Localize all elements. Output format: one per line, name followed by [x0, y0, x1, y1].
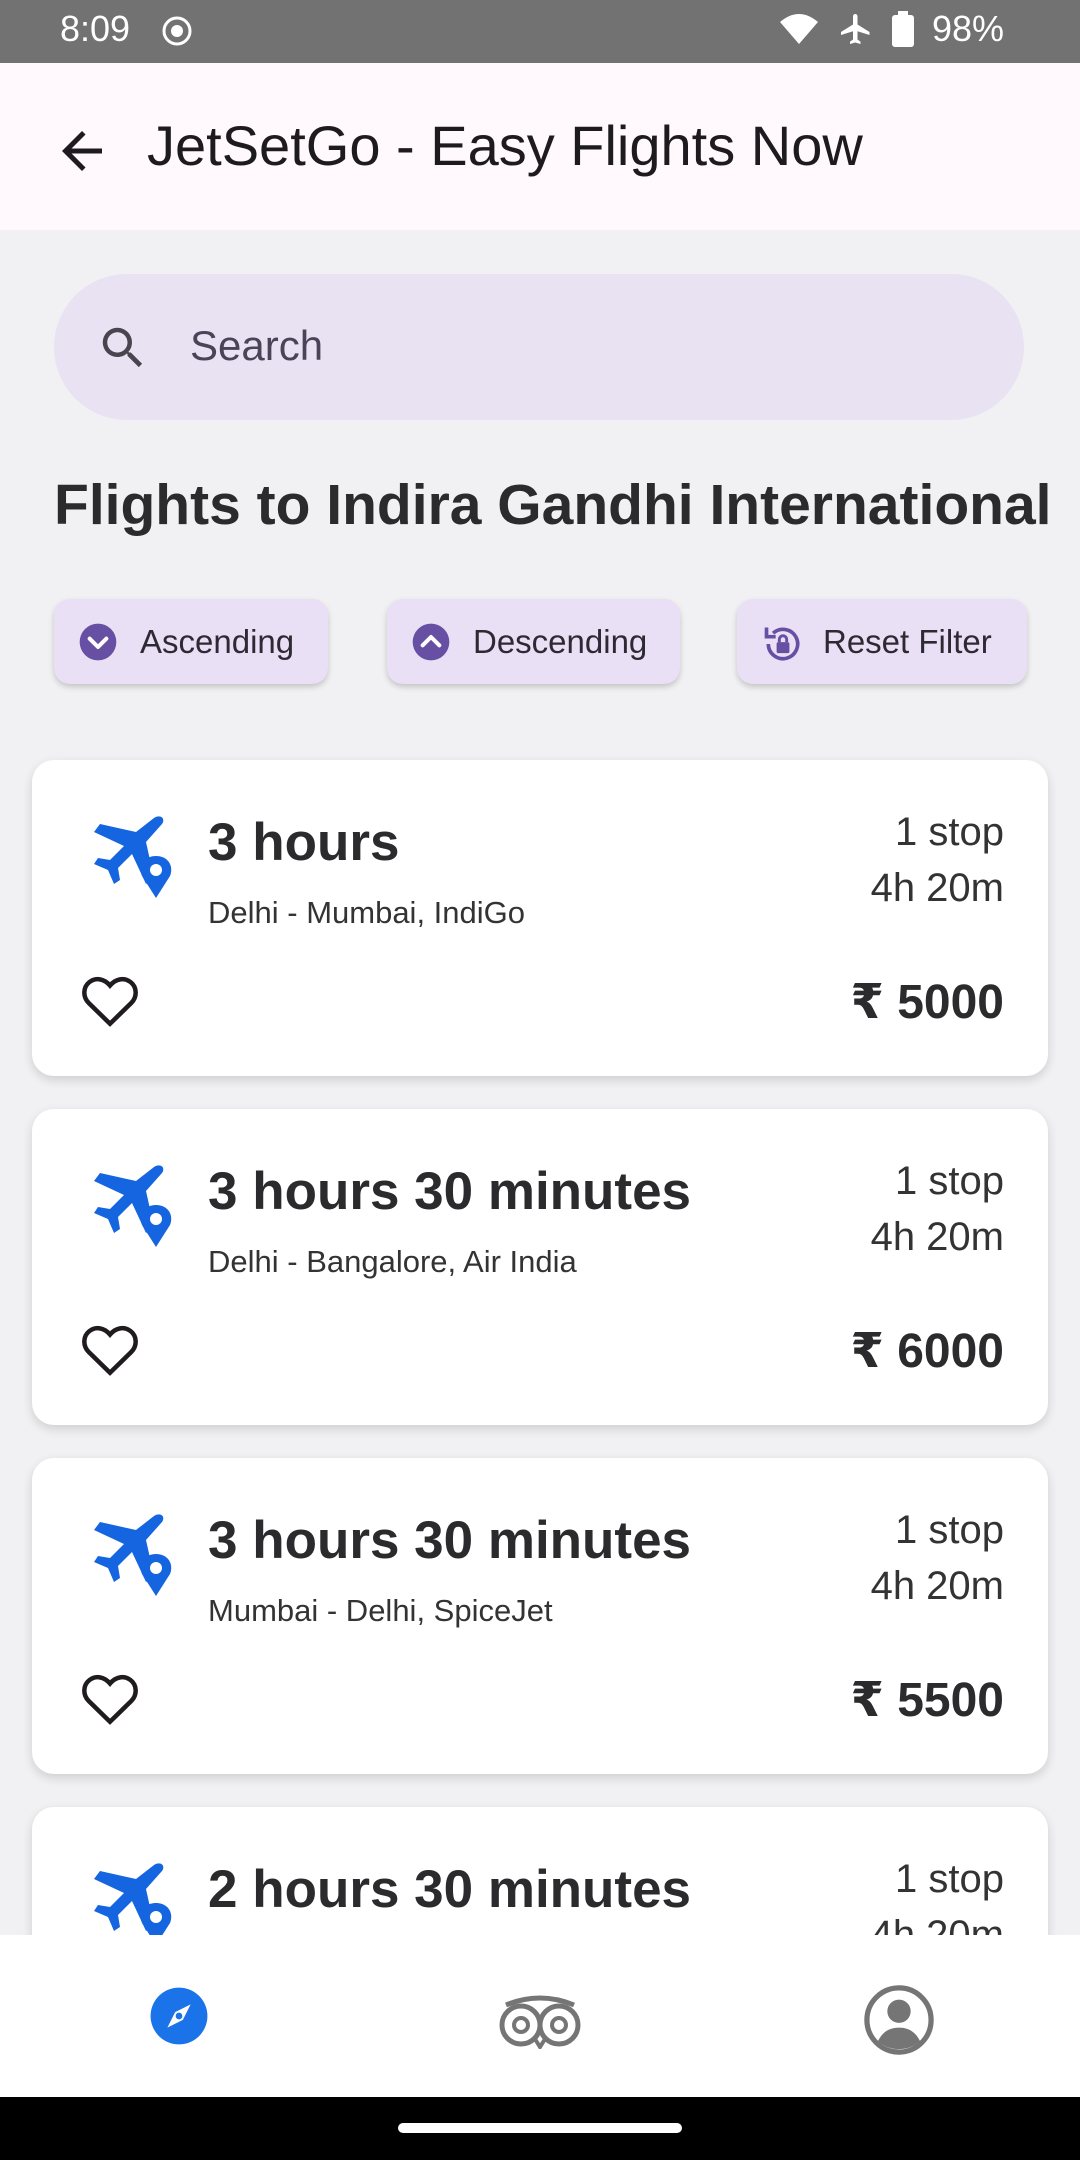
flight-price: ₹ 6000 [850, 1325, 1004, 1378]
flight-duration: 3 hours 30 minutes [208, 1162, 692, 1221]
flight-location-icon [80, 812, 180, 917]
flight-duration: 3 hours [208, 813, 400, 872]
descending-chip[interactable]: Descending [387, 599, 680, 684]
favorite-heart-icon[interactable] [80, 972, 140, 1033]
system-gesture-bar [0, 2097, 1080, 2160]
search-icon [96, 321, 150, 380]
flight-stops: 1 stop [895, 1508, 1004, 1552]
top-app-bar: JetSetGo - Easy Flights Now [0, 63, 1080, 230]
chevron-up-circle-icon [411, 622, 451, 662]
flight-total-time: 4h 20m [870, 1564, 1004, 1608]
app-title: JetSetGo - Easy Flights Now [147, 114, 863, 177]
flight-route: Delhi - Bangalore, Air India [208, 1244, 577, 1279]
flight-total-time: 4h 20m [870, 1215, 1004, 1259]
flight-location-icon [80, 1859, 180, 1935]
flight-price: ₹ 5000 [850, 976, 1004, 1029]
flight-route: Delhi - Mumbai, IndiGo [208, 895, 526, 930]
chip-label: Reset Filter [823, 622, 992, 660]
flight-location-icon [80, 1510, 180, 1615]
flight-route: Mumbai - Delhi, SpiceJet [208, 1593, 553, 1628]
chevron-down-circle-icon [78, 622, 118, 662]
owl-binoculars-icon[interactable] [496, 1995, 584, 2054]
lock-reset-icon [761, 622, 801, 662]
flight-total-time: 4h 20m [870, 1913, 1004, 1935]
favorite-heart-icon[interactable] [80, 1670, 140, 1731]
flight-card[interactable]: 3 hours 30 minutes Delhi - Bangalore, Ai… [32, 1109, 1048, 1425]
flight-card[interactable]: 2 hours 30 minutes 1 stop 4h 20m [32, 1807, 1048, 1935]
reset-filter-chip[interactable]: Reset Filter [737, 599, 1027, 684]
flight-stops: 1 stop [895, 1857, 1004, 1901]
bottom-navigation [0, 1935, 1080, 2097]
flight-duration: 3 hours 30 minutes [208, 1511, 692, 1570]
compass-icon[interactable] [148, 1985, 210, 2052]
flight-duration: 2 hours 30 minutes [208, 1860, 692, 1919]
chip-label: Ascending [140, 622, 295, 660]
flight-total-time: 4h 20m [870, 866, 1004, 910]
flight-location-icon [80, 1161, 180, 1266]
flight-card[interactable]: 3 hours Delhi - Mumbai, IndiGo 1 stop 4h… [32, 760, 1048, 1076]
flight-price: ₹ 5500 [850, 1674, 1004, 1727]
page-title: Flights to Indira Gandhi International [54, 473, 1052, 537]
ascending-chip[interactable]: Ascending [54, 599, 328, 684]
flight-stops: 1 stop [895, 1159, 1004, 1203]
back-arrow-icon[interactable] [52, 121, 112, 181]
home-gesture-handle[interactable] [398, 2123, 682, 2133]
search-input[interactable]: Search [190, 322, 323, 370]
search-bar[interactable]: Search [54, 274, 1024, 420]
flight-stops: 1 stop [895, 810, 1004, 854]
account-circle-icon[interactable] [864, 1985, 934, 2060]
flight-card[interactable]: 3 hours 30 minutes Mumbai - Delhi, Spice… [32, 1458, 1048, 1774]
favorite-heart-icon[interactable] [80, 1321, 140, 1382]
chip-label: Descending [473, 622, 648, 660]
